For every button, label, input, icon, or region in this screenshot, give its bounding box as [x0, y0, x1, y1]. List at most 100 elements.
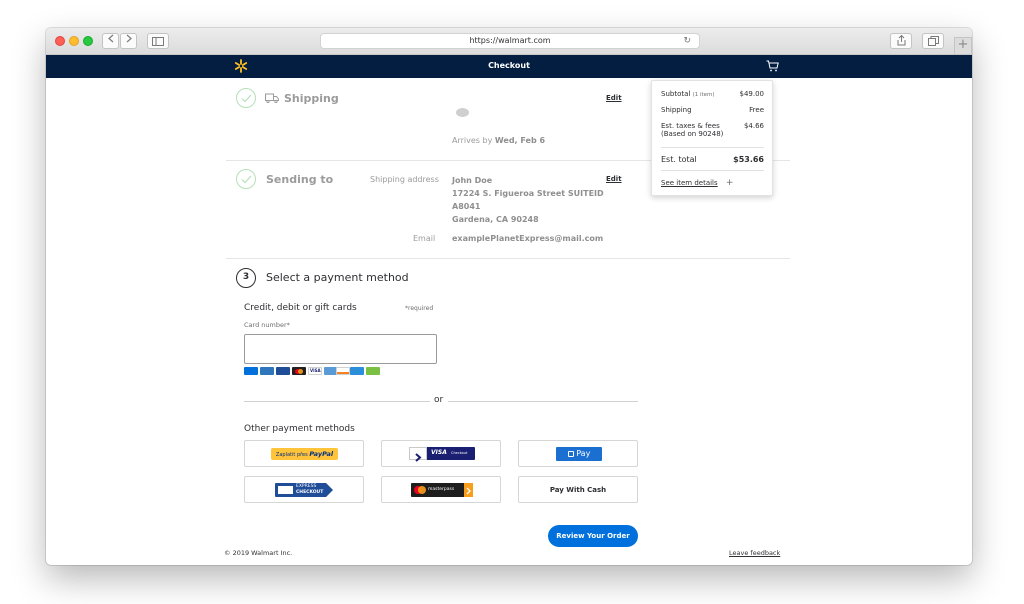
sidebar-toggle-button[interactable]: [147, 33, 169, 49]
browser-window: https://walmart.com ↻ + Checkout Shippin…: [46, 28, 972, 565]
mastercard-circle-orange: [418, 486, 426, 494]
chevron-right-icon: [409, 447, 427, 462]
minimize-window-button[interactable]: [69, 36, 79, 46]
amex-blue-card-icon: [276, 367, 290, 375]
amex-express-logo: EXPRESS CHECKOUT: [275, 483, 333, 497]
tabs-overview-button[interactable]: [922, 33, 944, 49]
masterpass-label: masterpass: [428, 487, 455, 492]
visa-checkout-suffix: Checkout: [451, 451, 468, 455]
subtotal-value: $49.00: [739, 90, 765, 98]
truck-icon: [265, 93, 279, 103]
close-window-button[interactable]: [55, 36, 65, 46]
summary-divider: [661, 170, 764, 171]
share-button[interactable]: [890, 33, 912, 49]
total-row: Est. total $53.66: [661, 155, 764, 164]
shipping-row: Shipping Free: [661, 106, 764, 114]
required-note: *required: [405, 305, 434, 312]
site-header: Checkout: [46, 55, 972, 78]
amex-express-line1: EXPRESS: [296, 484, 317, 489]
visa-checkout-button[interactable]: VISA Checkout: [381, 440, 501, 467]
visa-card-icon: VISA: [308, 367, 322, 375]
subtotal-row: Subtotal (1 item) $49.00: [661, 90, 764, 98]
amex-express-checkout-button[interactable]: EXPRESS CHECKOUT: [244, 476, 364, 503]
maximize-window-button[interactable]: [83, 36, 93, 46]
pay-with-cash-button[interactable]: Pay With Cash: [518, 476, 638, 503]
shipping-complete-icon: [236, 88, 256, 108]
walmart-card-icon: [244, 367, 258, 375]
paypal-button[interactable]: Zaplatit přes PayPal: [244, 440, 364, 467]
street-line-2: A8041: [452, 202, 481, 211]
see-item-details-link[interactable]: See item details: [661, 179, 718, 187]
shipping-address: John Doe 17224 S. Figueroa Street SUITEI…: [452, 174, 604, 226]
discover-card-icon: [336, 367, 350, 375]
masterpass-logo: masterpass: [411, 483, 473, 497]
shipping-value: Free: [749, 106, 764, 114]
back-button[interactable]: [102, 33, 119, 49]
chevron-right-icon: [464, 483, 473, 497]
taxes-sub-label: (Based on 90248): [661, 130, 724, 138]
amex-icon: [278, 486, 293, 494]
address-bar[interactable]: https://walmart.com ↻: [320, 33, 700, 49]
edit-address-link[interactable]: Edit: [606, 175, 622, 183]
recipient-name: John Doe: [452, 176, 493, 185]
payment-step-title: Select a payment method: [266, 271, 409, 284]
order-summary-popover: Subtotal (1 item) $49.00 Shipping Free E…: [651, 80, 773, 196]
paypal-brand: PayPal: [309, 450, 334, 458]
chase-pay-logo: Pay: [556, 447, 602, 461]
chevron-right-icon: [126, 34, 132, 43]
shipping-address-label: Shipping address: [370, 175, 439, 184]
pay-with-cash-label: Pay With Cash: [549, 486, 607, 494]
shipping-step-title: Shipping: [284, 92, 339, 105]
section-divider: [226, 258, 790, 259]
taxes-row: Est. taxes & fees (Based on 90248) $4.66: [661, 122, 764, 138]
total-label: Est. total: [661, 155, 697, 164]
tabs-icon: [927, 36, 939, 46]
total-value: $53.66: [733, 155, 764, 164]
or-divider-right: [448, 401, 638, 402]
city-line: Gardena, CA 90248: [452, 215, 539, 224]
email-value: examplePlanetExpress@mail.com: [452, 234, 604, 243]
arrival-estimate: Arrives by Wed, Feb 6: [452, 136, 545, 145]
item-details-row[interactable]: See item details +: [661, 178, 764, 188]
card-number-label: Card number*: [244, 321, 290, 329]
summary-divider: [661, 147, 764, 148]
leave-feedback-link[interactable]: Leave feedback: [729, 549, 780, 557]
copyright-text: © 2019 Walmart Inc.: [224, 549, 293, 557]
url-text: https://walmart.com: [469, 36, 551, 45]
paypal-logo: Zaplatit přes PayPal: [271, 448, 338, 460]
masterpass-button[interactable]: masterpass: [381, 476, 501, 503]
sidebar-icon: [152, 37, 164, 46]
page-title: Checkout: [488, 61, 530, 70]
review-order-button[interactable]: Review Your Order: [548, 525, 638, 547]
browser-toolbar: https://walmart.com ↻ +: [46, 28, 972, 55]
new-tab-button[interactable]: +: [954, 37, 972, 55]
cards-heading: Credit, debit or gift cards: [244, 303, 357, 313]
amex-express-line2: CHECKOUT: [296, 490, 324, 495]
or-label: or: [434, 395, 444, 405]
cart-icon[interactable]: [766, 60, 779, 72]
checkout-content: Shipping Arrives by Wed, Feb 6 Edit Send…: [46, 78, 972, 565]
or-divider-left: [244, 401, 430, 402]
gift-card-icon: [366, 367, 380, 375]
forward-button[interactable]: [120, 33, 137, 49]
subtotal-item-count: (1 item): [692, 92, 715, 98]
shipping-label: Shipping: [661, 106, 692, 114]
visa-brand: VISA: [431, 449, 447, 456]
card-number-input[interactable]: [244, 334, 437, 364]
subtotal-label: Subtotal: [661, 90, 691, 98]
expand-plus-icon[interactable]: +: [726, 178, 734, 188]
arrives-date: Wed, Feb 6: [494, 136, 546, 145]
chase-octagon-icon: [567, 451, 574, 457]
reload-icon[interactable]: ↻: [683, 34, 691, 48]
edit-shipping-link[interactable]: Edit: [606, 94, 622, 102]
share-icon: [897, 34, 905, 46]
chase-pay-button[interactable]: Pay: [518, 440, 638, 467]
paypal-prefix: Zaplatit přes: [275, 452, 310, 458]
chase-pay-label: Pay: [576, 449, 591, 458]
product-thumbnail: [456, 108, 469, 117]
step-number-badge: 3: [236, 268, 256, 288]
arrives-prefix: Arrives by: [452, 136, 495, 145]
street-line-1: 17224 S. Figueroa Street SUITEID: [452, 189, 604, 198]
visa-checkout-logo: VISA Checkout: [409, 447, 475, 462]
mastercard-icon: [292, 367, 306, 375]
